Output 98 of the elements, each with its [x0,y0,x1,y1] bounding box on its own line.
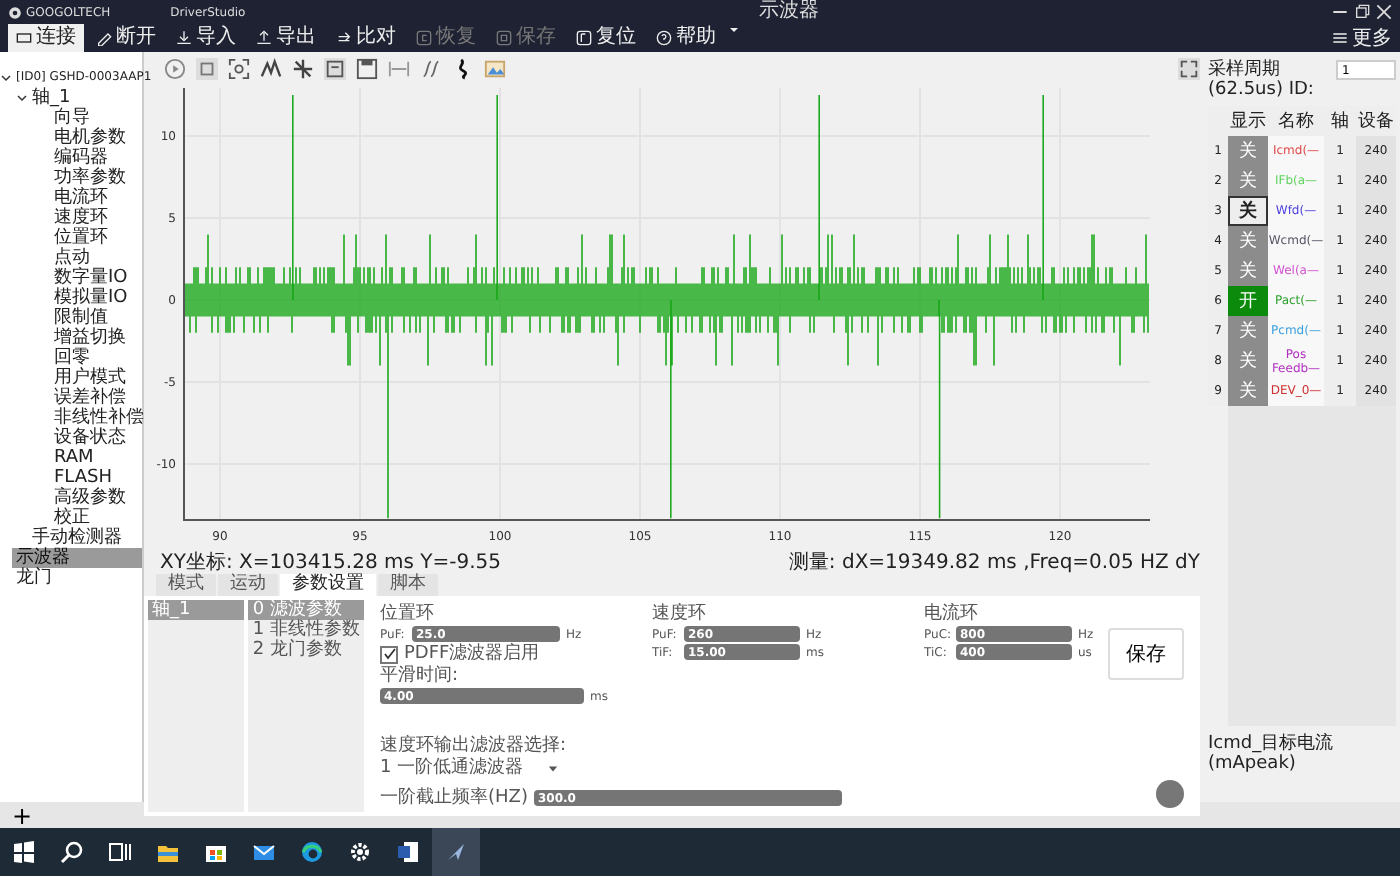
tree-item[interactable]: 设备状态 [50,428,130,448]
square-icon [496,30,512,46]
peaks-icon[interactable] [260,57,282,79]
column-header: 设备 [1356,106,1396,136]
column-header: 名称 [1268,106,1324,136]
function-icon[interactable] [420,57,442,79]
tree-item[interactable]: 电机参数 [50,128,130,148]
tab[interactable]: 脚本 [378,574,438,596]
mail-icon[interactable] [252,840,276,864]
menu-button[interactable]: 断开 [88,24,164,52]
signal-caption: Icmd_目标电流(mApeak) [1208,731,1336,778]
tree-item[interactable]: 数字量IO [50,268,132,288]
tree-item[interactable]: 用户模式 [50,368,130,388]
tree-item[interactable]: 点动 [50,248,94,268]
column-header: 轴 [1324,106,1356,136]
tree-item[interactable]: 误差补偿 [50,388,130,408]
spinner-icon [1156,780,1184,808]
logo-icon [8,5,22,19]
tree-item[interactable]: RAM [50,448,98,468]
task-view-icon[interactable] [108,840,132,864]
tree-item[interactable]: 高级参数 [50,488,130,508]
tree-item[interactable]: 速度环 [50,208,112,228]
tree-item[interactable]: 编码器 [50,148,112,168]
search-icon[interactable] [60,840,84,864]
menu-button[interactable]: 复位 [568,24,644,52]
tree-item[interactable]: 功率参数 [50,168,130,188]
menu-icon[interactable] [1332,30,1348,46]
close-icon[interactable] [1376,4,1392,20]
field-label: 平滑时间: [380,666,461,686]
frame-icon[interactable] [196,57,218,79]
square-icon [416,30,432,46]
field-label: 速度环输出滤波器选择: [380,736,569,756]
store-icon[interactable] [204,840,228,864]
tree-item[interactable]: 校正 [50,508,94,528]
tree-item[interactable]: 龙门 [12,568,56,588]
tree-item[interactable]: 增益切换 [50,328,130,348]
tree-item[interactable]: 模拟量IO [50,288,132,308]
menu-button[interactable]: 导入 [168,24,244,52]
column-header: 显示 [1228,106,1268,136]
toggle-cell[interactable]: 开 [1228,286,1268,316]
windows-icon[interactable] [12,840,36,864]
cursor-readout: XY坐标: X=103415.28 ms Y=-9.55 [160,549,501,573]
menu-button[interactable]: 导出 [248,24,324,52]
check-icon [383,648,395,660]
restore-icon[interactable] [1354,4,1370,20]
menu-button[interactable]: 连接 [8,24,84,52]
tree-item[interactable]: 限制值 [50,308,112,328]
tree-item[interactable]: 回零 [50,348,94,368]
gear-icon[interactable] [348,840,372,864]
monitor-icon [16,30,32,46]
tree-item[interactable]: 电流环 [50,188,112,208]
list-item[interactable]: 1 非线性参数 [248,620,364,640]
menu-button[interactable]: 比对 [328,24,404,52]
export-icon [256,30,272,46]
pencil-icon [96,30,112,46]
tab[interactable]: 模式 [156,574,216,596]
section-title: 电流环 [924,604,980,624]
arrows-icon [336,30,352,46]
play-icon[interactable] [164,57,186,79]
folder-icon[interactable] [156,840,180,864]
checkbox[interactable] [380,645,398,663]
tree-item[interactable]: 位置环 [50,228,112,248]
tree-item[interactable]: 非线性补偿 [50,408,148,428]
save-icon[interactable] [356,57,378,79]
list-item[interactable]: 2 龙门参数 [248,640,364,660]
chevron-icon[interactable] [0,72,12,84]
tree-item[interactable]: 向导 [50,108,94,128]
field-label: 采样周期(62.5us) ID: [1208,60,1316,100]
menu-button[interactable]: 帮助 [648,24,724,52]
cross-icon[interactable] [292,57,314,79]
filter-dropdown[interactable]: 1 一阶低通滤波器 [380,758,1184,778]
tree-item[interactable]: 手动检测器 [28,528,126,548]
more-label[interactable]: 更多 [1352,24,1392,52]
measure-readout: 测量: dX=19349.82 ms ,Freq=0.05 HZ dY [788,549,1200,575]
window-icon[interactable] [324,57,346,79]
add-button[interactable]: + [12,803,33,827]
field-label: 一阶截止频率(HZ) [380,788,528,808]
focus-icon[interactable] [228,57,250,79]
tab[interactable]: 运动 [218,574,278,596]
tab[interactable]: 参数设置 [280,574,376,596]
fullscreen-icon[interactable] [1178,57,1200,79]
help-icon [656,30,672,46]
caret-icon [547,763,558,773]
image-icon[interactable] [484,57,506,79]
section-title: 速度环 [652,604,708,624]
checkbox-label: PDFF滤波器启用 [404,644,540,664]
window-title: 示波器 [756,2,821,22]
save-button[interactable]: 保存 [1108,628,1184,680]
section-title: 位置环 [380,604,436,624]
tree-item[interactable]: 示波器 [12,548,142,568]
import-icon [176,30,192,46]
tree-item[interactable]: 轴_1 [28,88,75,108]
document-icon[interactable] [396,840,420,864]
toggle-cell[interactable]: 关 [1228,196,1268,226]
tree-item[interactable]: FLASH [50,468,117,488]
square-icon [576,30,592,46]
chevron-icon[interactable] [16,92,28,104]
browser-icon[interactable] [300,840,324,864]
